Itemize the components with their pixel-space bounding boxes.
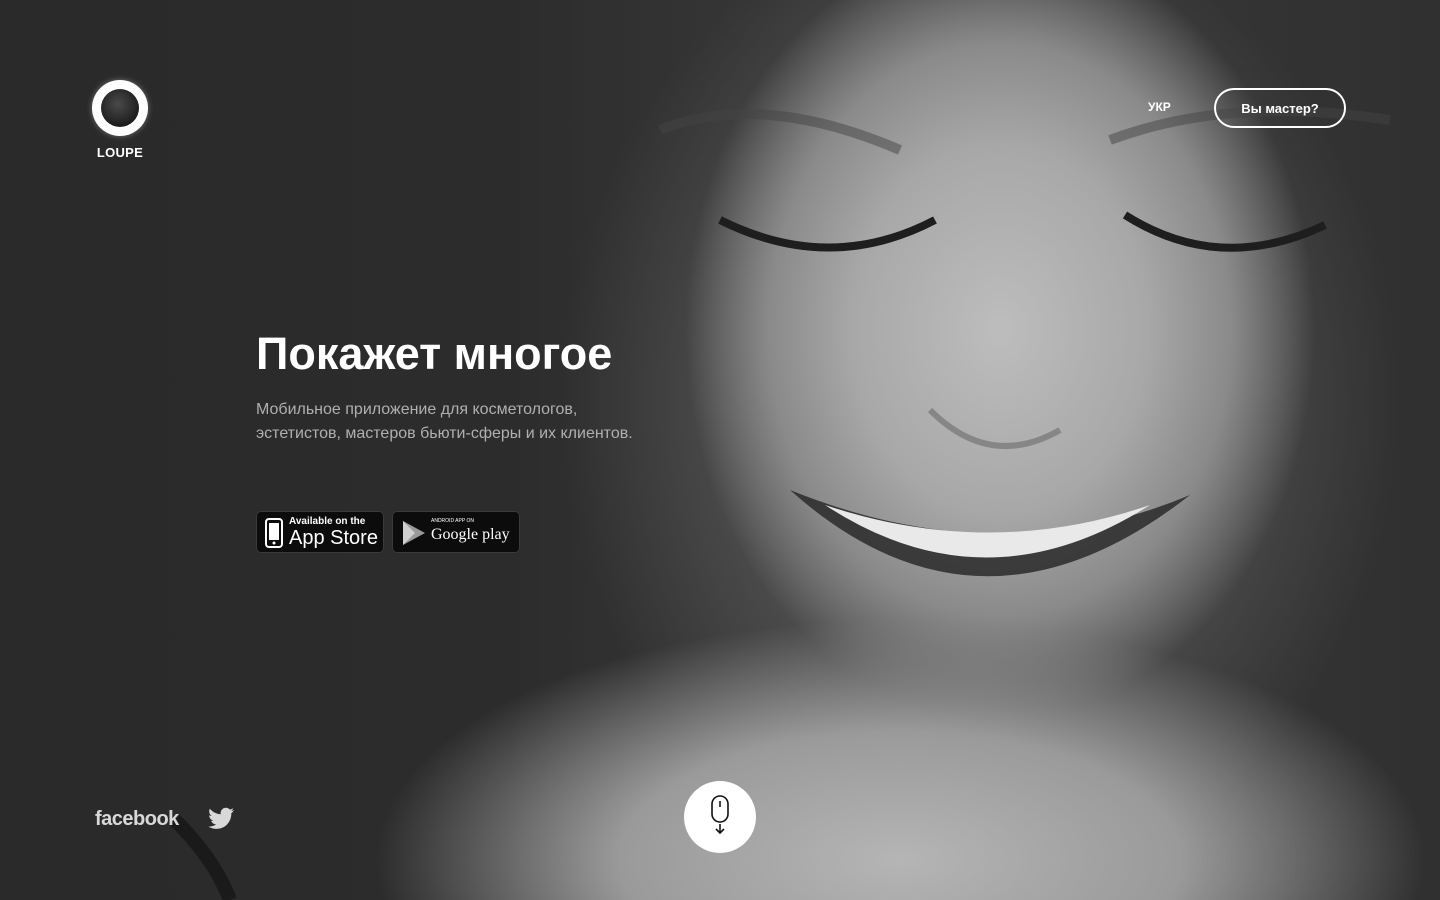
hero-background-photo (0, 0, 1440, 900)
twitter-icon[interactable] (207, 807, 235, 836)
play-triangle-icon (401, 520, 427, 551)
app-store-label: App Store (289, 527, 378, 549)
google-play-small-label: ANDROID APP ON (431, 518, 474, 524)
scroll-down-button[interactable] (684, 781, 756, 853)
landing-page: LOUPE УКР Вы мастер? Покажет многое Моби… (0, 0, 1440, 900)
are-you-master-button[interactable]: Вы мастер? (1214, 88, 1346, 128)
hero-title: Покажет многое (256, 328, 613, 379)
brand-logo[interactable]: LOUPE (91, 80, 149, 160)
hero-description: Мобильное приложение для косметологов, э… (256, 401, 633, 442)
loupe-ring-icon (92, 80, 148, 136)
google-play-label: Google play (431, 526, 510, 543)
iphone-icon (265, 518, 283, 553)
app-store-small-label: Available on the (289, 516, 366, 527)
brand-name: LOUPE (96, 145, 144, 160)
google-play-badge[interactable]: ANDROID APP ON Google play (392, 511, 520, 553)
mouse-scroll-down-icon (709, 794, 731, 840)
app-store-badge[interactable]: Available on the App Store (256, 511, 384, 553)
language-switch[interactable]: УКР (1148, 100, 1171, 114)
facebook-link[interactable]: facebook (95, 808, 179, 831)
